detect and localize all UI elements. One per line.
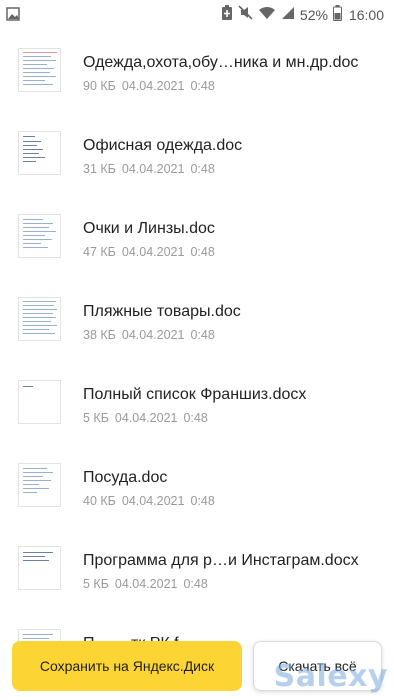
file-time: 0:48	[183, 411, 208, 425]
list-item[interactable]: Пляжные товары.doc 38 КБ 04.04.2021 0:48	[0, 295, 394, 378]
file-meta: 90 КБ 04.04.2021 0:48	[83, 79, 215, 93]
file-name: Очки и Линзы.doc	[83, 220, 215, 237]
file-date: 04.04.2021	[121, 245, 185, 259]
document-thumbnail	[18, 297, 61, 341]
file-meta: 47 КБ 04.04.2021 0:48	[83, 245, 215, 259]
file-list: Одежда,охота,обу…ника и мн.др.doc 90 КБ 0…	[0, 30, 394, 700]
file-time: 0:48	[190, 494, 215, 508]
list-item[interactable]: Программа для р…и Инстаграм.docx 5 КБ 04.…	[0, 544, 394, 627]
list-item[interactable]: Одежда,охота,обу…ника и мн.др.doc 90 КБ 0…	[0, 46, 394, 129]
file-date: 04.04.2021	[114, 411, 178, 425]
mute-icon	[238, 5, 253, 25]
status-bar: 52% 16:00	[0, 0, 394, 30]
file-size: 38 КБ	[83, 328, 116, 342]
file-date: 04.04.2021	[121, 328, 185, 342]
list-item[interactable]: Офисная одежда.doc 31 КБ 04.04.2021 0:48	[0, 129, 394, 212]
list-item[interactable]: Полный список Франшиз.docx 5 КБ 04.04.202…	[0, 378, 394, 461]
file-name: Программа для р…и Инстаграм.docx	[83, 552, 359, 569]
list-item[interactable]: Очки и Линзы.doc 47 КБ 04.04.2021 0:48	[0, 212, 394, 295]
file-name: Пляжные товары.doc	[83, 303, 241, 320]
document-thumbnail	[18, 48, 61, 92]
file-name: Офисная одежда.doc	[83, 137, 243, 154]
document-thumbnail	[18, 380, 61, 424]
document-thumbnail	[18, 131, 61, 175]
file-time: 0:48	[190, 328, 215, 342]
file-date: 04.04.2021	[121, 162, 185, 176]
file-meta: 5 КБ 04.04.2021 0:48	[83, 411, 208, 425]
file-date: 04.04.2021	[114, 577, 178, 591]
download-all-button[interactable]: Скачать всё	[253, 641, 382, 691]
file-size: 5 КБ	[83, 577, 109, 591]
battery-percent: 52%	[299, 7, 328, 23]
file-name: Одежда,охота,обу…ника и мн.др.doc	[83, 54, 359, 71]
signal-icon	[281, 6, 295, 25]
wifi-icon	[258, 6, 276, 25]
file-size: 40 КБ	[83, 494, 116, 508]
file-date: 04.04.2021	[121, 79, 185, 93]
document-thumbnail	[18, 463, 61, 507]
file-size: 5 КБ	[83, 411, 109, 425]
image-icon	[6, 7, 20, 26]
battery-icon	[332, 4, 342, 26]
document-thumbnail	[18, 546, 61, 590]
file-meta: 5 КБ 04.04.2021 0:48	[83, 577, 208, 591]
battery-saver-icon	[221, 4, 233, 26]
clock: 16:00	[348, 7, 384, 23]
document-thumbnail	[18, 214, 61, 258]
file-time: 0:48	[190, 245, 215, 259]
save-to-yandex-disk-button[interactable]: Сохранить на Яндекс.Диск	[12, 641, 242, 691]
file-time: 0:48	[190, 162, 215, 176]
file-size: 90 КБ	[83, 79, 116, 93]
file-meta: 31 КБ 04.04.2021 0:48	[83, 162, 215, 176]
file-meta: 38 КБ 04.04.2021 0:48	[83, 328, 215, 342]
file-time: 0:48	[183, 577, 208, 591]
file-date: 04.04.2021	[121, 494, 185, 508]
file-time: 0:48	[190, 79, 215, 93]
file-name: Полный список Франшиз.docx	[83, 386, 307, 403]
file-size: 47 КБ	[83, 245, 116, 259]
bottom-action-bar: Сохранить на Яндекс.Диск Скачать всё	[0, 638, 394, 700]
list-item[interactable]: Посуда.doc 40 КБ 04.04.2021 0:48	[0, 461, 394, 544]
file-meta: 40 КБ 04.04.2021 0:48	[83, 494, 215, 508]
file-size: 31 КБ	[83, 162, 116, 176]
file-name: Посуда.doc	[83, 469, 168, 486]
